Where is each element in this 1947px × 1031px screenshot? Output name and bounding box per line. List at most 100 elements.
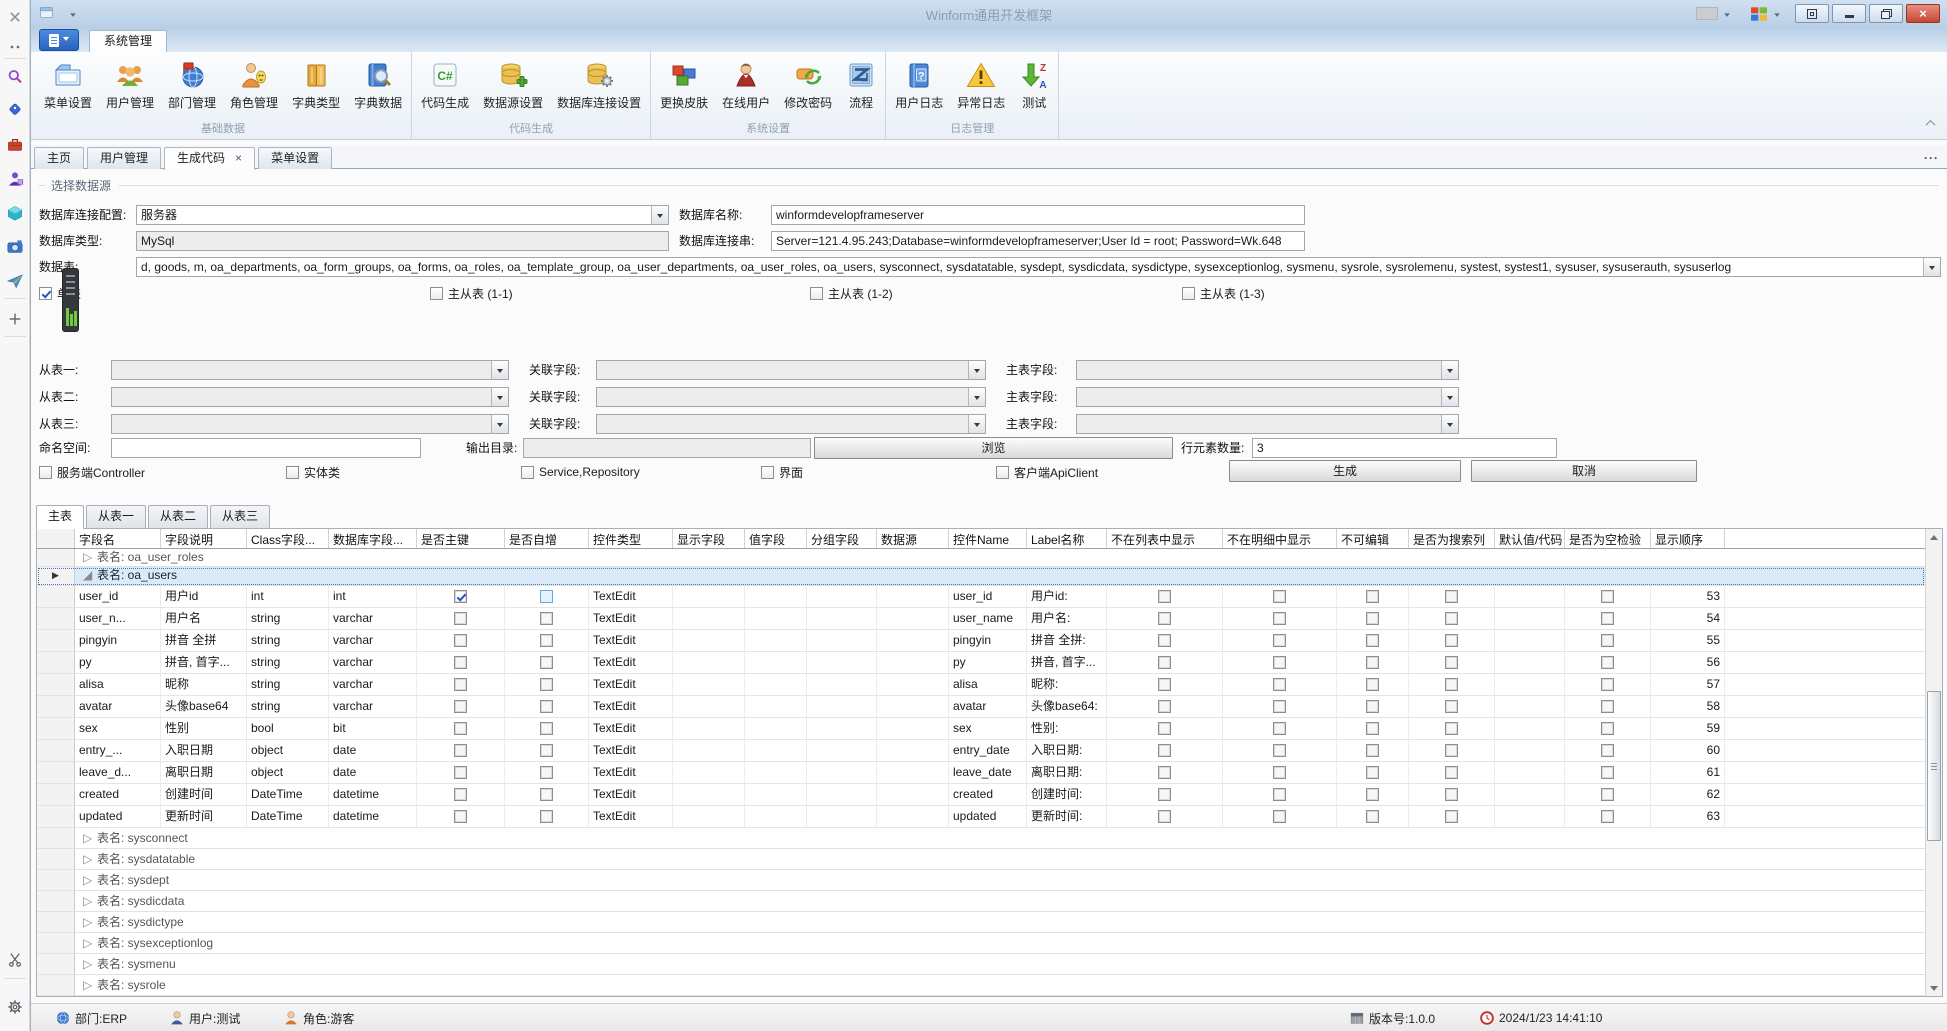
generate-button[interactable]: 生成 bbox=[1229, 460, 1461, 482]
grid-checkbox[interactable] bbox=[1601, 634, 1614, 647]
grid-cell[interactable]: int bbox=[329, 586, 417, 607]
grid-cell[interactable]: datetime bbox=[329, 806, 417, 827]
grid-cell[interactable] bbox=[1337, 718, 1409, 739]
grid-group-row[interactable]: ▷表名: sysmenu bbox=[37, 954, 1925, 975]
grid-checkbox[interactable] bbox=[1445, 612, 1458, 625]
grid-group-row[interactable]: ▷表名: sysdicdata bbox=[37, 891, 1925, 912]
grid-checkbox[interactable] bbox=[1158, 766, 1171, 779]
column-header-9[interactable]: 分组字段 bbox=[807, 529, 877, 548]
expand-group-icon[interactable]: ▷ bbox=[83, 549, 97, 566]
grid-cell[interactable]: user_n... bbox=[75, 608, 161, 629]
grid-cell[interactable] bbox=[1107, 674, 1223, 695]
grid-cell[interactable] bbox=[1565, 784, 1651, 805]
column-header-11[interactable]: 控件Name bbox=[949, 529, 1027, 548]
strip-cube-icon[interactable] bbox=[4, 202, 26, 224]
grid-checkbox[interactable] bbox=[1158, 656, 1171, 669]
grid-cell[interactable] bbox=[1409, 652, 1495, 673]
grid-cell[interactable]: 54 bbox=[1651, 608, 1725, 629]
chevron-down-icon[interactable] bbox=[491, 415, 508, 433]
column-header-1[interactable]: 字段说明 bbox=[161, 529, 247, 548]
grid-data-row-leave_date[interactable]: leave_d...离职日期objectdateTextEditleave_da… bbox=[37, 762, 1925, 784]
grid-cell[interactable] bbox=[745, 674, 807, 695]
grid-cell[interactable] bbox=[505, 740, 589, 761]
grid-cell[interactable]: avatar bbox=[75, 696, 161, 717]
grid-cell[interactable] bbox=[673, 718, 745, 739]
grid-cell[interactable] bbox=[1107, 608, 1223, 629]
column-header-16[interactable]: 是否为搜索列 bbox=[1409, 529, 1495, 548]
grid-cell[interactable]: leave_d... bbox=[75, 762, 161, 783]
grid-cell[interactable] bbox=[1107, 784, 1223, 805]
ribbon-button-code-gen[interactable]: C#代码生成 bbox=[414, 54, 476, 122]
grid-checkbox[interactable] bbox=[1366, 744, 1379, 757]
grid-cell[interactable] bbox=[807, 696, 877, 717]
cancel-button[interactable]: 取消 bbox=[1471, 460, 1697, 482]
grid-cell[interactable]: 更新时间: bbox=[1027, 806, 1107, 827]
grid-checkbox[interactable] bbox=[1601, 700, 1614, 713]
grid-cell[interactable]: 头像base64 bbox=[161, 696, 247, 717]
column-header-18[interactable]: 是否为空检验 bbox=[1565, 529, 1651, 548]
strip-plus-icon[interactable] bbox=[4, 308, 26, 330]
grid-checkbox[interactable] bbox=[1601, 744, 1614, 757]
grid-cell[interactable]: 拼音, 首字... bbox=[161, 652, 247, 673]
grid-cell[interactable] bbox=[745, 586, 807, 607]
grid-cell[interactable]: 用户名: bbox=[1027, 608, 1107, 629]
grid-checkbox[interactable] bbox=[1273, 678, 1286, 691]
grid-cell[interactable] bbox=[505, 674, 589, 695]
grid-cell[interactable] bbox=[807, 652, 877, 673]
grid-cell[interactable]: 用户id: bbox=[1027, 586, 1107, 607]
grid-cell[interactable] bbox=[1495, 652, 1565, 673]
grid-cell[interactable]: avatar bbox=[949, 696, 1027, 717]
grid-cell[interactable] bbox=[1565, 740, 1651, 761]
grid-cell[interactable]: 昵称 bbox=[161, 674, 247, 695]
sub-table-combo-2[interactable] bbox=[111, 414, 509, 434]
column-header-0[interactable]: 字段名 bbox=[75, 529, 161, 548]
minimize-button[interactable] bbox=[1832, 4, 1866, 23]
grid-cell[interactable] bbox=[417, 652, 505, 673]
grid-cell[interactable] bbox=[807, 630, 877, 651]
grid-cell[interactable]: date bbox=[329, 762, 417, 783]
grid-cell[interactable] bbox=[807, 806, 877, 827]
grid-cell[interactable] bbox=[505, 762, 589, 783]
checkbox[interactable] bbox=[521, 466, 534, 479]
gen-check-3[interactable]: 界面 bbox=[761, 464, 803, 480]
grid-cell[interactable]: updated bbox=[75, 806, 161, 827]
grid-cell[interactable] bbox=[1107, 630, 1223, 651]
rel-field-combo-1[interactable] bbox=[596, 387, 986, 407]
grid-cell[interactable]: DateTime bbox=[247, 806, 329, 827]
grid-cell[interactable]: DateTime bbox=[247, 784, 329, 805]
grid-checkbox[interactable] bbox=[1601, 810, 1614, 823]
expand-group-icon[interactable]: ▷ bbox=[83, 849, 97, 869]
db-conn-config-combo[interactable]: 服务器 bbox=[136, 205, 669, 225]
grid-checkbox[interactable] bbox=[1273, 744, 1286, 757]
grid-cell[interactable] bbox=[1223, 718, 1337, 739]
row-count-input[interactable]: 3 bbox=[1252, 438, 1557, 458]
grid-cell[interactable]: 60 bbox=[1651, 740, 1725, 761]
grid-cell[interactable] bbox=[505, 586, 589, 607]
grid-cell[interactable] bbox=[1409, 806, 1495, 827]
column-header-13[interactable]: 不在列表中显示 bbox=[1107, 529, 1223, 548]
grid-cell[interactable] bbox=[1107, 718, 1223, 739]
grid-group-row[interactable]: ▷表名: oa_user_roles bbox=[37, 549, 1925, 567]
ribbon-button-dict-data[interactable]: 字典数据 bbox=[347, 54, 409, 122]
grid-data-row-entry_date[interactable]: entry_...入职日期objectdateTextEditentry_dat… bbox=[37, 740, 1925, 762]
rel-field-combo-2[interactable] bbox=[596, 414, 986, 434]
grid-cell[interactable]: user_id bbox=[949, 586, 1027, 607]
grid-cell[interactable]: TextEdit bbox=[589, 674, 673, 695]
grid-cell[interactable]: user_name bbox=[949, 608, 1027, 629]
chevron-down-icon[interactable] bbox=[1441, 388, 1458, 406]
grid-cell[interactable] bbox=[673, 740, 745, 761]
grid-checkbox[interactable] bbox=[1366, 590, 1379, 603]
grid-checkbox[interactable] bbox=[454, 722, 467, 735]
expand-group-icon[interactable]: ▷ bbox=[83, 975, 97, 995]
grid-cell[interactable]: sex bbox=[949, 718, 1027, 739]
scroll-up-icon[interactable] bbox=[1927, 529, 1941, 544]
column-header-17[interactable]: 默认值/代码 bbox=[1495, 529, 1565, 548]
grid-checkbox[interactable] bbox=[1366, 612, 1379, 625]
grid-cell[interactable] bbox=[807, 586, 877, 607]
grid-cell[interactable] bbox=[417, 718, 505, 739]
grid-cell[interactable]: entry_date bbox=[949, 740, 1027, 761]
expand-group-icon[interactable]: ▷ bbox=[83, 870, 97, 890]
chevron-down-icon[interactable] bbox=[968, 388, 985, 406]
grid-data-row-sex[interactable]: sex性别boolbitTextEditsex性别:59 bbox=[37, 718, 1925, 740]
grid-cell[interactable] bbox=[1337, 784, 1409, 805]
